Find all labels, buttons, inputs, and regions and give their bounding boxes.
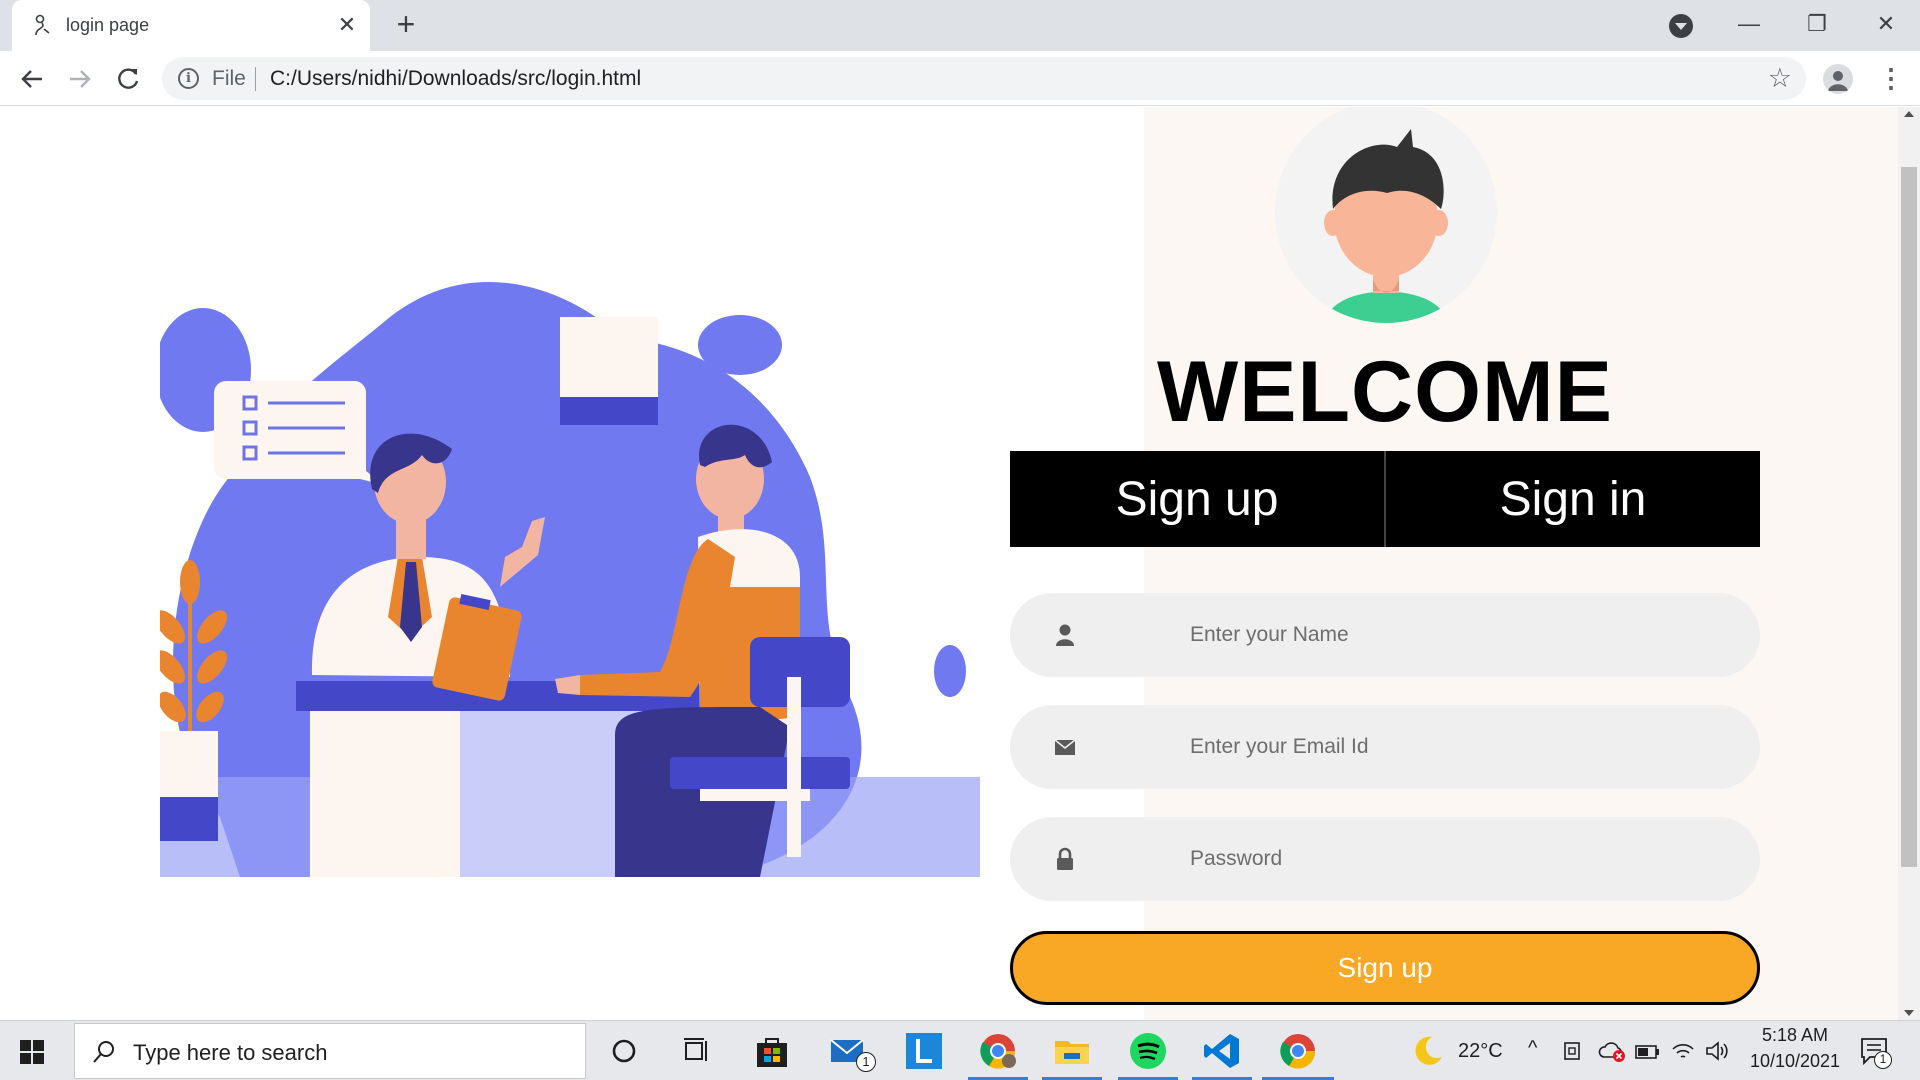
- show-hidden-icons-chevron-icon[interactable]: ^: [1528, 1037, 1537, 1060]
- new-tab-button[interactable]: +: [390, 8, 422, 41]
- page-viewport: WELCOME Sign up Sign in Sign up: [0, 107, 1898, 1020]
- spotify-icon[interactable]: [1128, 1031, 1168, 1071]
- page-favicon-icon: [35, 14, 50, 36]
- search-icon: [93, 1041, 114, 1063]
- browser-toolbar: i File C:/Users/nidhi/Downloads/src/logi…: [0, 51, 1920, 106]
- user-avatar-icon: [1324, 129, 1448, 323]
- bookmark-star-icon[interactable]: ☆: [1768, 64, 1792, 92]
- meet-now-icon[interactable]: [1562, 1039, 1584, 1063]
- page-scrollbar[interactable]: [1898, 107, 1920, 1020]
- lock-icon: [1057, 847, 1073, 870]
- scroll-up-arrow-icon[interactable]: [1904, 111, 1914, 117]
- tab-sign-up[interactable]: Sign up: [1010, 451, 1384, 547]
- url-text[interactable]: C:/Users/nidhi/Downloads/src/login.html: [270, 67, 641, 91]
- password-input[interactable]: [1190, 817, 1730, 901]
- back-arrow-icon[interactable]: [16, 63, 48, 95]
- browser-tab-strip: login page ✕ + — ❐ ✕: [0, 0, 1920, 51]
- taskbar-search-box[interactable]: Type here to search: [74, 1023, 586, 1079]
- email-field[interactable]: [1010, 705, 1760, 789]
- auth-tabs: Sign up Sign in: [1010, 451, 1760, 547]
- tab-search-icon[interactable]: [1669, 14, 1693, 38]
- chrome-profile-icon[interactable]: [978, 1031, 1018, 1071]
- cortana-icon[interactable]: [604, 1031, 644, 1071]
- launcher-l-icon[interactable]: [904, 1031, 944, 1071]
- mail-badge: 1: [856, 1052, 876, 1072]
- scroll-thumb[interactable]: [1901, 167, 1917, 867]
- user-avatar: [1275, 107, 1497, 323]
- taskbar-search-placeholder: Type here to search: [133, 1040, 328, 1065]
- clock-date[interactable]: 10/10/2021: [1740, 1051, 1850, 1072]
- windows-start-icon[interactable]: [20, 1040, 44, 1064]
- vscode-icon[interactable]: [1202, 1031, 1242, 1071]
- welcome-heading: WELCOME: [1156, 344, 1614, 440]
- notification-badge: 1: [1874, 1051, 1892, 1069]
- clock-time[interactable]: 5:18 AM: [1752, 1025, 1838, 1046]
- browser-menu-icon[interactable]: ⋮: [1878, 63, 1904, 95]
- window-close-button[interactable]: ✕: [1866, 6, 1906, 42]
- restore-button[interactable]: ❐: [1797, 6, 1837, 42]
- file-explorer-icon[interactable]: [1052, 1031, 1092, 1071]
- password-field[interactable]: [1010, 817, 1760, 901]
- reload-icon[interactable]: [112, 63, 144, 95]
- name-input[interactable]: [1190, 593, 1730, 677]
- scroll-down-arrow-icon[interactable]: [1904, 1010, 1914, 1016]
- tab-sign-in[interactable]: Sign in: [1384, 451, 1760, 547]
- sign-up-button[interactable]: Sign up: [1010, 931, 1760, 1005]
- onedrive-error-icon[interactable]: [1598, 1039, 1626, 1063]
- moon-weather-icon[interactable]: [1410, 1033, 1446, 1069]
- battery-icon[interactable]: [1634, 1040, 1660, 1062]
- tab-title: login page: [66, 15, 150, 35]
- email-input[interactable]: [1190, 705, 1730, 789]
- wifi-icon[interactable]: [1670, 1039, 1696, 1063]
- task-view-icon[interactable]: [676, 1031, 716, 1071]
- browser-tab[interactable]: login page ✕: [12, 0, 370, 51]
- site-info-icon[interactable]: i: [178, 68, 199, 89]
- tab-close-icon[interactable]: ✕: [334, 12, 360, 38]
- forward-arrow-icon[interactable]: [64, 63, 96, 95]
- address-bar[interactable]: i File C:/Users/nidhi/Downloads/src/logi…: [162, 57, 1806, 100]
- windows-taskbar: Type here to search 1 22°C ^ 5:18 AM 10/…: [0, 1020, 1920, 1080]
- chrome-icon[interactable]: [1278, 1031, 1318, 1071]
- envelope-icon: [1054, 739, 1076, 755]
- doctor-consultation-illustration: [160, 281, 980, 877]
- volume-icon[interactable]: [1704, 1039, 1730, 1063]
- name-field[interactable]: [1010, 593, 1760, 677]
- minimize-button[interactable]: —: [1729, 6, 1769, 42]
- weather-temperature[interactable]: 22°C: [1458, 1040, 1503, 1063]
- microsoft-store-icon[interactable]: [752, 1031, 792, 1071]
- file-scheme-label: File: [212, 67, 246, 90]
- user-icon: [1056, 624, 1074, 646]
- profile-avatar-icon[interactable]: [1823, 64, 1853, 94]
- omnibox-divider: [255, 67, 256, 91]
